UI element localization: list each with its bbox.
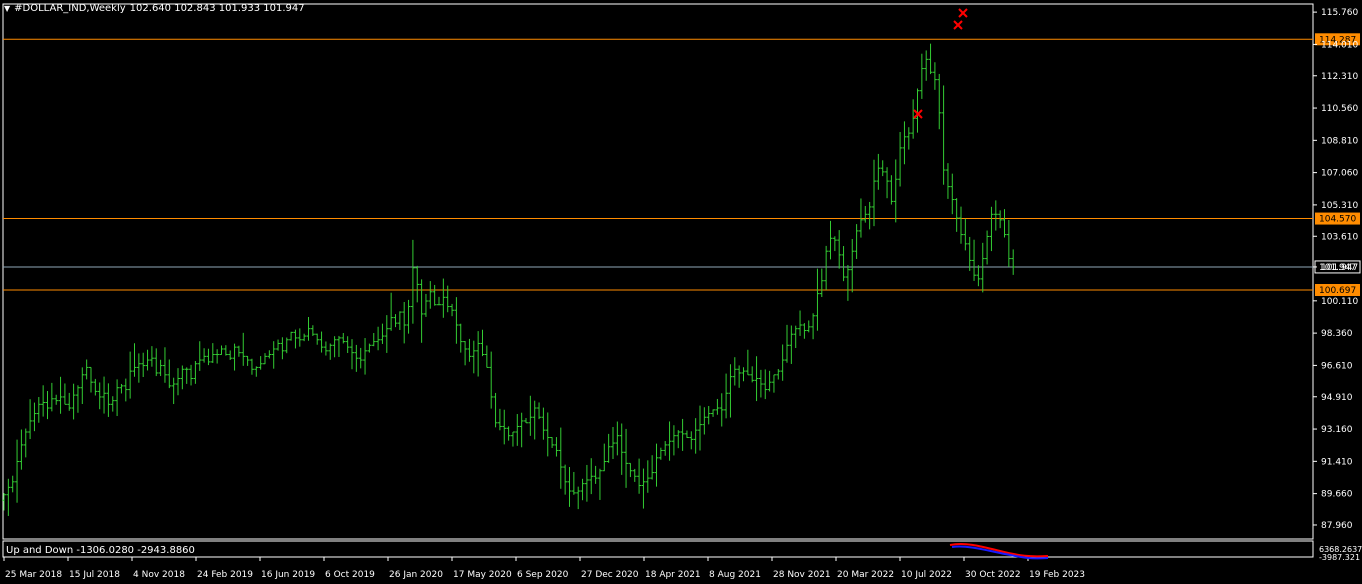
x-tick-label: 28 Nov 2021 (773, 570, 831, 580)
y-tick-label: 110.560 (1321, 104, 1358, 114)
y-tick-label: 98.360 (1321, 329, 1353, 339)
y-tick-label: 114.010 (1321, 40, 1358, 50)
level-tag-label: 100.697 (1319, 286, 1356, 296)
y-tick-label: 96.610 (1321, 361, 1353, 371)
symbol-label: #DOLLAR_IND,Weekly (14, 3, 126, 14)
x-tick-label: 8 Aug 2021 (709, 570, 761, 580)
x-tick-label: 27 Dec 2020 (581, 570, 639, 580)
x-tick-label: 6 Oct 2019 (325, 570, 375, 580)
x-tick-label: 4 Nov 2018 (133, 570, 185, 580)
y-tick-label: 103.610 (1321, 232, 1358, 242)
chart-title: ▼ #DOLLAR_IND,Weekly 102.640 102.843 101… (4, 3, 305, 14)
indicator-panel-frame (2, 540, 1314, 558)
x-tick-label: 24 Feb 2019 (197, 570, 253, 580)
x-tick-label: 10 Jul 2022 (901, 570, 952, 580)
y-tick-label: 100.110 (1321, 297, 1358, 307)
x-tick-label: 18 Apr 2021 (645, 570, 701, 580)
x-axis: 25 Mar 2018 15 Jul 2018 4 Nov 2018 24 Feb 2… (3, 557, 1085, 580)
indicator-label: Up and Down -1306.0280 -2943.8860 (6, 545, 195, 556)
x-tick-label: 25 Mar 2018 (5, 570, 62, 580)
y-tick-label: 89.660 (1321, 490, 1353, 500)
price-chart[interactable]: 114.287104.570101.947100.697 115.760114.… (0, 0, 1362, 584)
x-tick-label: 20 Mar 2022 (837, 570, 894, 580)
y-tick-label: 108.810 (1321, 136, 1358, 146)
y-tick-label: 91.410 (1321, 457, 1353, 467)
x-tick-label: 15 Jul 2018 (69, 570, 120, 580)
y-tick-label: 93.160 (1321, 425, 1353, 435)
y-tick-label: 105.310 (1321, 201, 1358, 211)
x-tick-label: 26 Jan 2020 (389, 570, 443, 580)
x-tick-label: 30 Oct 2022 (965, 570, 1021, 580)
y-tick-label: 115.760 (1321, 8, 1358, 18)
chevron-down-icon[interactable]: ▼ (4, 4, 10, 13)
indicator-axis-bottom: -3987.321 (1319, 553, 1360, 562)
y-tick-label: 87.960 (1321, 521, 1353, 531)
level-tag-label: 104.570 (1319, 215, 1356, 225)
y-tick-label: 101.947 (1321, 263, 1358, 273)
main-plot-frame (2, 3, 1314, 540)
x-tick-label: 16 Jun 2019 (261, 570, 315, 580)
x-tick-label: 6 Sep 2020 (517, 570, 569, 580)
y-tick-label: 94.910 (1321, 393, 1353, 403)
x-tick-label: 19 Feb 2023 (1029, 570, 1085, 580)
ohlc-readout: 102.640 102.843 101.933 101.947 (129, 3, 305, 14)
y-tick-label: 107.060 (1321, 169, 1358, 179)
y-tick-label: 112.310 (1321, 72, 1358, 82)
x-tick-label: 17 May 2020 (453, 570, 512, 580)
